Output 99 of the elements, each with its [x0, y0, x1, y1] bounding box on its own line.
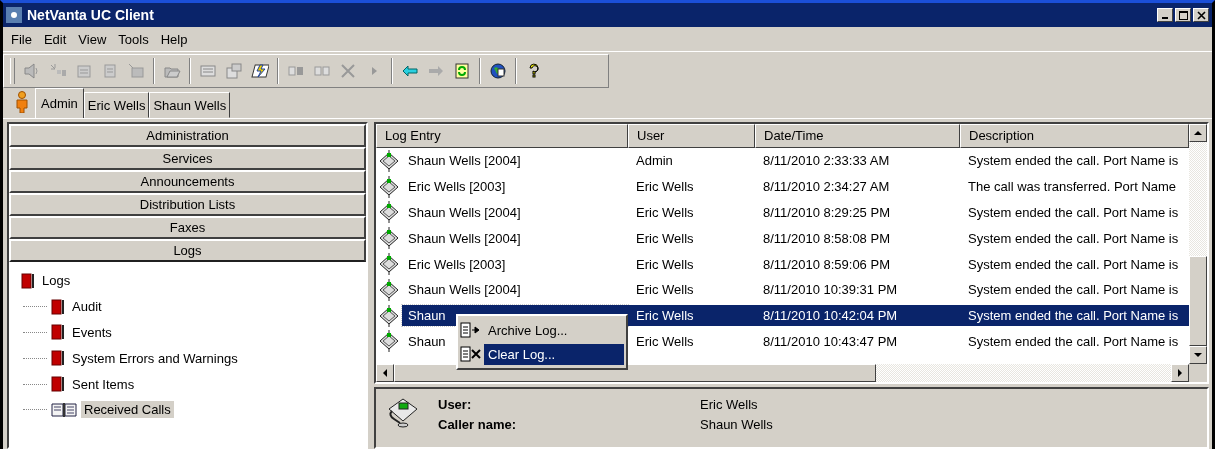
book-icon — [51, 376, 65, 393]
table-cell[interactable]: 8/11/2010 8:58:08 PM — [755, 227, 960, 249]
book-icon — [21, 272, 35, 289]
table-cell[interactable]: System ended the call. Port Name is — [960, 253, 1189, 275]
detail-label: User: — [438, 396, 473, 414]
right-arrow-icon — [1177, 369, 1183, 377]
minimize-icon — [1162, 16, 1168, 19]
section-button[interactable]: Services — [9, 147, 366, 170]
table-cell[interactable]: System ended the call. Port Name is — [960, 202, 1189, 223]
book-icon — [51, 324, 65, 341]
detail-label: Caller name: — [438, 416, 518, 434]
book-icon — [51, 298, 65, 315]
table-cell[interactable]: Eric Wells — [628, 330, 755, 352]
scroll-down-button[interactable] — [1189, 346, 1207, 364]
phone-icon — [378, 201, 400, 224]
section-button[interactable]: Administration — [9, 124, 366, 147]
maximize-button[interactable] — [1175, 8, 1191, 22]
menu-item[interactable]: View — [74, 31, 115, 47]
column-header[interactable]: User — [628, 124, 755, 148]
table-cell[interactable]: Eric Wells — [628, 176, 755, 198]
section-button[interactable]: Logs — [9, 239, 366, 262]
table-cell[interactable]: 8/11/2010 2:33:33 AM — [755, 150, 960, 172]
table-cell[interactable]: 8/11/2010 2:34:27 AM — [755, 176, 960, 198]
open-book-icon — [51, 401, 77, 418]
close-icon — [1196, 10, 1206, 20]
globe-icon[interactable] — [489, 62, 507, 80]
scroll-thumb[interactable] — [1189, 256, 1207, 346]
scroll-left-button[interactable] — [376, 364, 394, 382]
table-cell[interactable]: System ended the call. Port Name is — [960, 305, 1189, 327]
minimize-button[interactable] — [1157, 8, 1173, 22]
archive-icon — [460, 321, 482, 339]
table-cell[interactable]: Eric Wells — [628, 305, 755, 327]
tree-item[interactable]: Events — [69, 324, 115, 341]
table-cell[interactable]: Shaun Wells [2004] — [402, 227, 628, 249]
menu-item[interactable]: Tools — [114, 31, 157, 47]
scroll-up-button[interactable] — [1189, 124, 1207, 142]
section-button[interactable]: Announcements — [9, 170, 366, 193]
tree-item[interactable]: Audit — [69, 298, 105, 316]
app-icon — [6, 7, 22, 23]
phone-icon — [378, 330, 400, 353]
menu-item[interactable]: File — [7, 31, 40, 47]
close-button[interactable] — [1193, 8, 1209, 22]
table-cell[interactable]: Eric Wells — [628, 202, 755, 223]
menu-item[interactable]: Help — [156, 31, 196, 47]
phone-icon — [378, 253, 400, 276]
menu-item[interactable]: Edit — [39, 31, 75, 47]
table-cell[interactable]: 8/11/2010 10:42:04 PM — [755, 305, 960, 327]
table-cell[interactable]: Eric Wells — [628, 253, 755, 275]
table-cell[interactable]: Eric Wells — [628, 227, 755, 249]
phone-icon — [378, 278, 400, 301]
user-tab[interactable]: Shaun Wells — [149, 92, 231, 118]
phone-icon — [378, 304, 400, 327]
tree-item[interactable]: Logs — [39, 272, 74, 290]
table-cell[interactable]: Shaun Wells [2004] — [402, 202, 628, 223]
column-header[interactable]: Log Entry — [376, 124, 628, 148]
tree-item[interactable]: Received Calls — [81, 401, 174, 419]
user-tab[interactable]: Eric Wells — [83, 92, 150, 118]
table-cell[interactable]: Shaun Wells [2004] — [402, 279, 628, 301]
menu-item[interactable]: Clear Log... — [484, 343, 624, 365]
table-cell[interactable]: 8/11/2010 10:39:31 PM — [755, 279, 960, 301]
table-cell[interactable]: Eric Wells [2003] — [402, 176, 628, 198]
section-button[interactable]: Distribution Lists — [9, 193, 366, 216]
section-button[interactable]: Faxes — [9, 216, 366, 239]
tree-item[interactable]: Sent Items — [69, 375, 138, 393]
down-arrow-icon — [1194, 352, 1202, 358]
table-cell[interactable]: Admin — [628, 150, 755, 172]
user-tab[interactable]: Admin — [35, 88, 84, 118]
vertical-scrollbar[interactable] — [1189, 124, 1207, 382]
detail-value: Shaun Wells — [700, 416, 773, 434]
phone-icon — [378, 175, 400, 198]
horizontal-scrollbar[interactable] — [376, 364, 1189, 382]
scroll-right-button[interactable] — [1171, 364, 1189, 382]
table-cell[interactable]: Shaun Wells [2004] — [402, 150, 628, 172]
column-header[interactable]: Description — [960, 124, 1189, 148]
clear-icon — [460, 345, 482, 363]
up-arrow-icon — [1194, 130, 1202, 136]
table-cell[interactable]: Eric Wells [2003] — [402, 253, 628, 275]
phone-icon — [378, 149, 400, 172]
menu-item[interactable]: Archive Log... — [484, 319, 624, 341]
lightning-icon[interactable] — [251, 62, 269, 80]
table-cell[interactable]: System ended the call. Port Name is — [960, 150, 1189, 172]
table-cell[interactable]: The call was transferred. Port Name — [960, 176, 1189, 198]
table-cell[interactable]: Eric Wells — [628, 279, 755, 301]
table-cell[interactable]: System ended the call. Port Name is — [960, 279, 1189, 301]
table-cell[interactable]: 8/11/2010 10:43:47 PM — [755, 330, 960, 352]
window-title: NetVanta UC Client — [27, 7, 155, 23]
maximize-icon — [1178, 10, 1188, 20]
person-icon — [15, 91, 29, 113]
phone-icon — [378, 227, 400, 250]
book-icon — [51, 350, 65, 367]
tree-item[interactable]: System Errors and Warnings — [69, 349, 241, 367]
detail-value: Eric Wells — [700, 396, 759, 414]
table-cell[interactable]: 8/11/2010 8:29:25 PM — [755, 202, 960, 223]
left-arrow-icon — [382, 369, 388, 377]
column-header[interactable]: Date/Time — [755, 124, 960, 148]
table-cell[interactable]: System ended the call. Port Name is — [960, 227, 1189, 249]
table-cell[interactable]: System ended the call. Port Name is — [960, 330, 1189, 352]
table-cell[interactable]: 8/11/2010 8:59:06 PM — [755, 253, 960, 275]
refresh-icon[interactable] — [453, 62, 471, 80]
